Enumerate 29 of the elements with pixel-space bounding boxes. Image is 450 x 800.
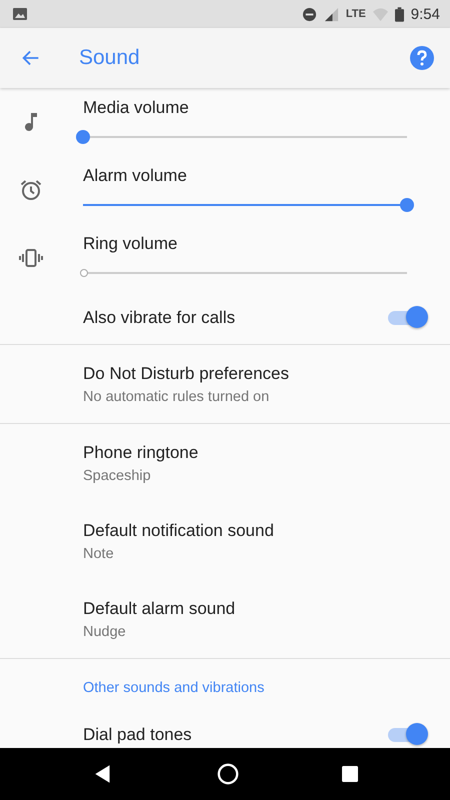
section-header: Other sounds and vibrations (83, 680, 264, 696)
home-icon[interactable] (216, 763, 239, 785)
setting-summary: Nudge (83, 624, 127, 640)
help-icon[interactable] (410, 46, 434, 70)
battery-icon (394, 6, 404, 22)
setting-label: Dial pad tones (83, 725, 193, 745)
setting-summary: Spaceship (83, 468, 152, 484)
setting-title[interactable]: Default notification sound (83, 520, 414, 540)
page-title: Sound (79, 46, 141, 70)
signal-icon (324, 6, 339, 22)
toggle-switch[interactable] (386, 306, 430, 330)
alarm-clock-icon (18, 178, 42, 202)
setting-title[interactable]: Phone ringtone (83, 442, 414, 462)
slider-label: Alarm volume (83, 166, 188, 186)
slider-label: Ring volume (83, 234, 178, 254)
setting-label: Also vibrate for calls (83, 308, 236, 328)
overview-icon[interactable] (342, 766, 358, 782)
setting-summary: No automatic rules turned on (83, 388, 270, 404)
setting-title[interactable]: Do Not Disturb preferences (83, 364, 414, 384)
do-not-disturb-icon (302, 6, 317, 22)
image-icon (12, 6, 28, 22)
setting-title[interactable]: Default alarm sound (83, 598, 414, 618)
network-label: LTE (346, 8, 366, 20)
vibrate-icon (18, 246, 42, 270)
setting-summary: Note (83, 546, 115, 562)
slider-label: Media volume (83, 98, 190, 118)
wifi-icon (372, 6, 388, 22)
clock: 9:54 (410, 6, 440, 22)
toggle-switch[interactable] (386, 723, 430, 747)
